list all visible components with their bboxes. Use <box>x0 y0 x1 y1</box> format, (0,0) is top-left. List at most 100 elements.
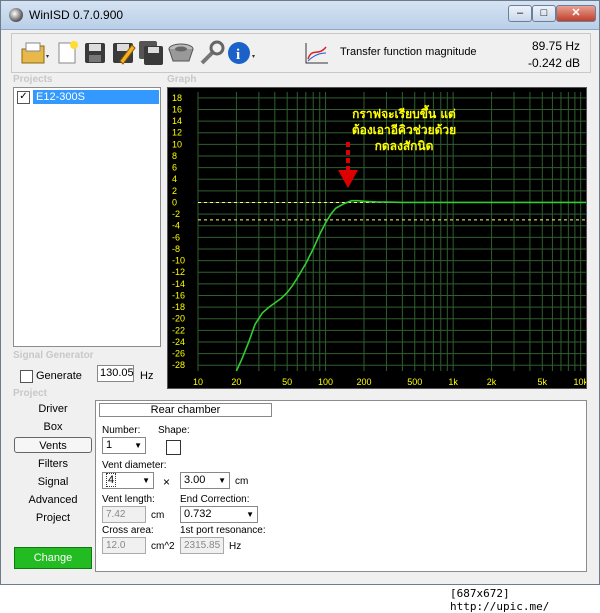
change-button[interactable]: Change <box>14 547 92 569</box>
vent-diameter-second-select[interactable]: 3.00 ▼ <box>180 472 230 489</box>
y-tick-label: 6 <box>172 163 177 173</box>
save-icon[interactable] <box>82 39 108 67</box>
projects-section-label: Projects <box>13 74 53 85</box>
y-tick-label: -6 <box>172 232 180 242</box>
new-document-icon[interactable] <box>54 39 80 67</box>
number-select[interactable]: 1 ▼ <box>102 437 146 454</box>
end-correction-label: End Correction: <box>180 494 250 505</box>
save-all-icon[interactable] <box>138 39 164 67</box>
cross-area-unit: cm^2 <box>151 541 175 552</box>
generator-frequency-unit: Hz <box>140 370 154 382</box>
minimize-button[interactable]: – <box>508 5 532 22</box>
y-tick-label: 8 <box>172 151 177 161</box>
y-tick-label: -18 <box>172 302 185 312</box>
x-tick-label: 2k <box>487 377 497 387</box>
maximize-button[interactable]: □ <box>532 5 556 22</box>
response-curve <box>235 199 586 372</box>
vent-diameter-label: Vent diameter: <box>102 460 167 471</box>
port-resonance-label: 1st port resonance: <box>180 525 266 536</box>
chevron-down-icon: ▼ <box>142 476 150 485</box>
y-tick-label: -26 <box>172 349 185 359</box>
project-checkbox[interactable]: ✓ <box>17 91 30 104</box>
tools-icon[interactable] <box>198 39 225 67</box>
chevron-down-icon: ▼ <box>246 510 254 519</box>
number-value: 1 <box>106 439 113 451</box>
rear-chamber-tab[interactable]: Rear chamber <box>99 403 272 417</box>
x-tick-label: 100 <box>318 377 333 387</box>
annotation-text: กดลงสักนิด <box>375 139 434 153</box>
project-section-label: Project <box>13 388 47 399</box>
generate-label: Generate <box>36 370 82 382</box>
annotation-text: ต้องเอาอีคิวช่วยด้วย <box>352 123 456 137</box>
title-bar: WinISD 0.7.0.900 – □ ✕ <box>1 1 599 30</box>
x-tick-label: 10 <box>193 377 203 387</box>
y-tick-label: 2 <box>172 186 177 196</box>
graph-type-icon[interactable] <box>302 39 332 67</box>
vent-diameter-second-value: 3.00 <box>184 474 206 486</box>
annotation-text: กราฟจะเรียบขึ้น แต่ <box>352 104 456 121</box>
info-icon[interactable]: i <box>226 39 255 67</box>
x-tick-label: 200 <box>356 377 371 387</box>
transfer-function-graph[interactable]: 181614121086420-2-4-6-8-10-12-14-16-18-2… <box>167 87 587 389</box>
nav-driver[interactable]: Driver <box>14 401 92 417</box>
watermark-text: [687x672] http://upic.me/ <box>450 587 550 613</box>
project-name[interactable]: E12-300S <box>33 90 159 104</box>
vent-diameter-unit: cm <box>235 476 249 487</box>
y-tick-label: -28 <box>172 360 185 370</box>
y-tick-label: 0 <box>172 197 177 207</box>
y-tick-label: 14 <box>172 116 182 126</box>
shape-selector[interactable] <box>166 440 181 455</box>
nav-advanced[interactable]: Advanced <box>14 492 92 508</box>
y-tick-label: -20 <box>172 314 185 324</box>
vent-diameter-value: 4 <box>106 473 117 487</box>
project-item[interactable]: ✓ E12-300S <box>17 90 159 104</box>
y-tick-label: -10 <box>172 256 185 266</box>
x-tick-label: 1k <box>448 377 458 387</box>
port-resonance-unit: Hz <box>229 541 242 552</box>
save-as-icon[interactable] <box>110 39 136 67</box>
y-tick-label: 10 <box>172 139 182 149</box>
y-tick-label: 12 <box>172 128 182 138</box>
shape-label: Shape: <box>158 425 190 436</box>
y-tick-label: 16 <box>172 104 182 114</box>
graph-type-label[interactable]: Transfer function magnitude <box>340 46 477 58</box>
vent-diameter-select[interactable]: 4 ▼ <box>102 472 154 489</box>
nav-box[interactable]: Box <box>14 419 92 435</box>
x-tick-label: 10k <box>573 377 587 387</box>
close-button[interactable]: ✕ <box>556 5 596 22</box>
y-tick-label: 18 <box>172 93 182 103</box>
port-resonance-field[interactable]: 2315.85 <box>180 537 224 554</box>
driver-icon[interactable] <box>166 39 194 67</box>
y-tick-label: -16 <box>172 290 185 300</box>
nav-vents[interactable]: Vents <box>14 437 92 453</box>
nav-filters[interactable]: Filters <box>14 456 92 472</box>
toolbar: i Transfer function magnitude 89.75 Hz -… <box>11 33 591 73</box>
window-title: WinISD 0.7.0.900 <box>29 8 124 22</box>
cross-area-field[interactable]: 12.0 <box>102 537 146 554</box>
generator-frequency-input[interactable]: 130.05 <box>97 365 134 382</box>
vent-length-field[interactable]: 7.42 <box>102 506 146 523</box>
graph-section-label: Graph <box>167 74 197 85</box>
nav-signal[interactable]: Signal <box>14 474 92 490</box>
db-readout: -0.242 dB <box>527 56 580 70</box>
vent-length-unit: cm <box>151 510 165 521</box>
x-tick-label: 20 <box>231 377 241 387</box>
nav-project[interactable]: Project <box>14 510 92 526</box>
generate-checkbox[interactable] <box>20 370 33 383</box>
y-tick-label: 4 <box>172 174 177 184</box>
frequency-readout: 89.75 Hz <box>531 39 580 53</box>
end-correction-select[interactable]: 0.732 ▼ <box>180 506 258 523</box>
y-tick-label: -2 <box>172 209 180 219</box>
vents-panel: Rear chamber Number: 1 ▼ Shape: Vent diam… <box>95 400 587 572</box>
projects-list[interactable]: ✓ E12-300S <box>13 87 161 347</box>
signal-generator-section-label: Signal Generator <box>13 350 94 361</box>
y-tick-label: -12 <box>172 267 185 277</box>
y-tick-label: -24 <box>172 337 185 347</box>
x-tick-label: 5k <box>538 377 548 387</box>
number-label: Number: <box>102 425 141 436</box>
app-icon <box>9 8 23 22</box>
open-folder-icon[interactable] <box>20 39 49 67</box>
svg-text:i: i <box>236 47 240 63</box>
x-tick-label: 50 <box>282 377 292 387</box>
chevron-down-icon: ▼ <box>134 441 142 450</box>
